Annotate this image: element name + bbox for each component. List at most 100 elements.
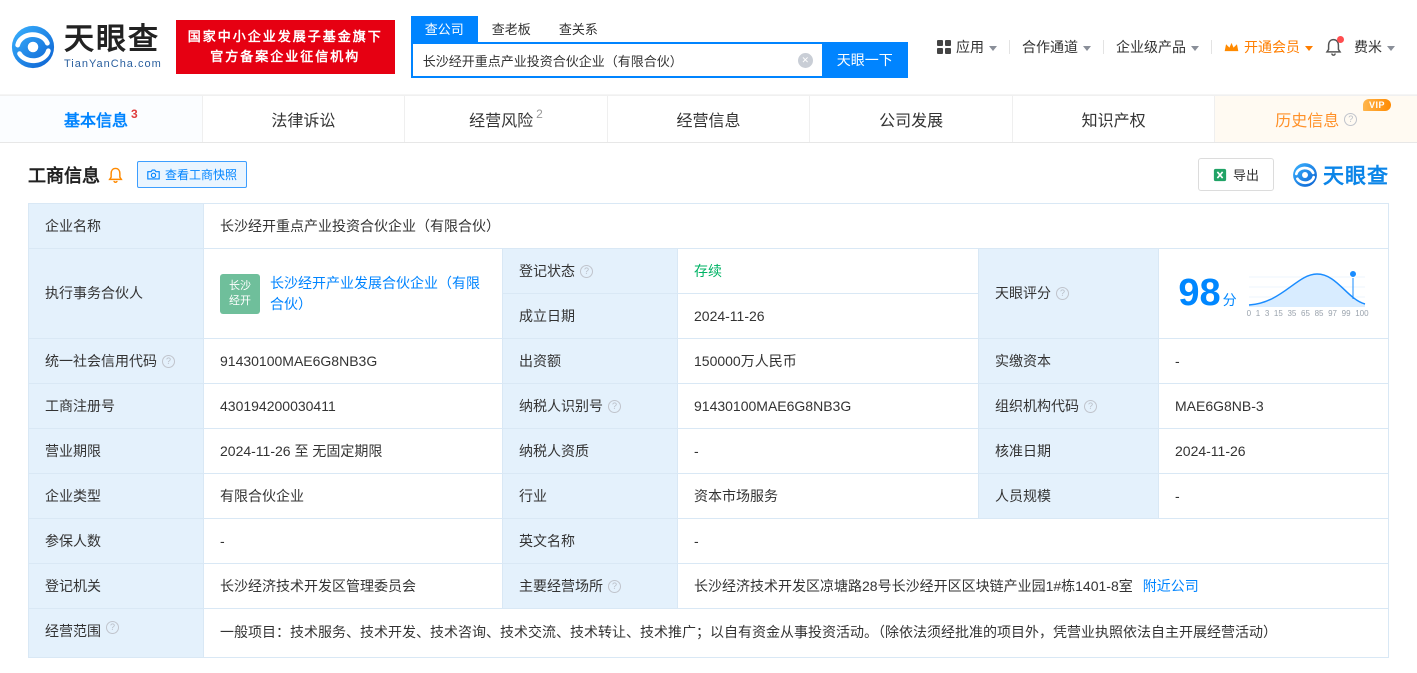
- help-icon[interactable]: [1344, 112, 1358, 126]
- tab-basic-info-label: 基本信息: [63, 113, 128, 130]
- menu-apps-label: 应用: [956, 39, 984, 55]
- section-title: 工商信息: [28, 165, 100, 186]
- tianyan-score-label: 天眼评分: [979, 249, 1159, 339]
- clear-search-icon[interactable]: [797, 52, 813, 68]
- search-tab-relation[interactable]: 查关系: [545, 16, 612, 42]
- search-tab-company[interactable]: 查公司: [410, 16, 478, 42]
- search-input[interactable]: [412, 52, 798, 68]
- registration-authority-label: 登记机关: [29, 564, 204, 609]
- user-name: 费米: [1354, 39, 1382, 55]
- taxpayer-quality-value: -: [678, 429, 979, 474]
- gov-certification-badge: 国家中小企业发展子基金旗下 官方备案企业征信机构: [175, 19, 395, 75]
- company-type-value: 有限合伙企业: [204, 474, 503, 519]
- establish-date-label: 成立日期: [503, 294, 678, 339]
- menu-vip-upgrade[interactable]: 开通会员: [1224, 37, 1313, 57]
- registration-status-value: 存续: [678, 249, 979, 294]
- user-account[interactable]: 费米: [1354, 37, 1395, 57]
- company-name-value: 长沙经开重点产业投资合伙企业（有限合伙）: [204, 204, 1389, 249]
- watermark-label: 天眼查: [1323, 164, 1389, 188]
- section-header: 工商信息 查看工商快照 导出 天眼查: [0, 143, 1417, 203]
- help-icon[interactable]: [106, 621, 119, 634]
- tab-intellectual-property[interactable]: 知识产权: [1013, 96, 1216, 142]
- subscribe-bell-icon[interactable]: [108, 167, 123, 183]
- search-bar: 天眼一下: [410, 42, 908, 78]
- chevron-down-icon: [1191, 45, 1199, 51]
- tab-legal-proceedings[interactable]: 法律诉讼: [203, 96, 406, 142]
- search-button[interactable]: 天眼一下: [821, 42, 908, 78]
- help-icon[interactable]: [580, 264, 593, 278]
- tab-business-risk[interactable]: 经营风险 2: [405, 96, 608, 142]
- help-icon[interactable]: [608, 579, 621, 593]
- taxpayer-id-value: 91430100MAE6G8NB3G: [678, 384, 979, 429]
- business-term-label: 营业期限: [29, 429, 204, 474]
- help-icon[interactable]: [162, 354, 175, 368]
- business-scope-value: 一般项目：技术服务、技术开发、技术咨询、技术交流、技术转让、技术推广；以自有资金…: [204, 609, 1389, 658]
- snapshot-button-label: 查看工商快照: [165, 168, 238, 182]
- export-button[interactable]: 导出: [1197, 158, 1274, 191]
- tab-business-info[interactable]: 经营信息: [608, 96, 811, 142]
- search-tabs: 查公司 查老板 查关系: [410, 16, 908, 42]
- approval-date-label: 核准日期: [979, 429, 1159, 474]
- gov-badge-line2: 官方备案企业征信机构: [210, 49, 361, 64]
- executive-partner-label: 执行事务合伙人: [29, 249, 204, 339]
- industry-value: 资本市场服务: [678, 474, 979, 519]
- registration-number-value: 430194200030411: [204, 384, 503, 429]
- tab-history-label: 历史信息: [1275, 113, 1340, 130]
- help-icon[interactable]: [1084, 399, 1097, 413]
- org-code-label: 组织机构代码: [979, 384, 1159, 429]
- menu-enterprise-label: 企业级产品: [1116, 39, 1186, 55]
- menu-apps[interactable]: 应用: [937, 37, 997, 57]
- score-curve-chart: 0 1 3 15 35 65 85 97 99 100: [1247, 267, 1369, 320]
- menu-divider: [1211, 40, 1212, 54]
- business-term-value: 2024-11-26 至 无固定期限: [204, 429, 503, 474]
- menu-cooperation[interactable]: 合作通道: [1022, 37, 1091, 57]
- business-address-value: 长沙经济技术开发区凉塘路28号长沙经开区区块链产业园1#栋1401-8室 附近公…: [678, 564, 1389, 609]
- chevron-down-icon: [989, 45, 997, 51]
- score-axis-ticks: 0 1 3 15 35 65 85 97 99 100: [1246, 309, 1369, 318]
- insured-count-label: 参保人数: [29, 519, 204, 564]
- org-code-value: MAE6G8NB-3: [1159, 384, 1389, 429]
- chevron-down-icon: [1305, 45, 1313, 51]
- help-icon[interactable]: [608, 399, 621, 413]
- tianyan-score-value[interactable]: 98 分 0 1 3 15 35 65 85 97 99 100: [1159, 249, 1389, 339]
- executive-partner-value: 长沙 经开 长沙经开产业发展合伙企业（有限合伙）: [204, 249, 503, 339]
- table-row: 企业名称 长沙经开重点产业投资合伙企业（有限合伙）: [29, 204, 1389, 249]
- industry-label: 行业: [503, 474, 678, 519]
- partner-company-link[interactable]: 长沙经开产业发展合伙企业（有限合伙）: [270, 273, 486, 315]
- paid-capital-label: 实缴资本: [979, 339, 1159, 384]
- registration-number-label: 工商注册号: [29, 384, 204, 429]
- tianyancha-logo[interactable]: 天眼查 TianYanCha.com: [10, 23, 162, 70]
- vip-badge: VIP: [1363, 99, 1392, 111]
- partner-avatar: 长沙 经开: [220, 273, 260, 314]
- tab-history-info[interactable]: 历史信息 VIP: [1215, 96, 1417, 142]
- table-row: 营业期限 2024-11-26 至 无固定期限 纳税人资质 - 核准日期 202…: [29, 429, 1389, 474]
- tab-risk-label: 经营风险: [469, 113, 534, 130]
- notifications-bell[interactable]: [1325, 36, 1344, 56]
- tab-company-development[interactable]: 公司发展: [810, 96, 1013, 142]
- table-row: 参保人数 - 英文名称 -: [29, 519, 1389, 564]
- tianyancha-logo-icon: [1293, 162, 1317, 187]
- crown-icon: [1224, 42, 1239, 52]
- tab-basic-info[interactable]: 基本信息 3: [0, 96, 203, 142]
- tab-risk-count: 2: [536, 107, 543, 121]
- business-snapshot-button[interactable]: 查看工商快照: [137, 161, 248, 188]
- brand-name: 天眼查: [64, 23, 160, 57]
- help-icon[interactable]: [1056, 287, 1069, 300]
- tab-development-label: 公司发展: [879, 113, 944, 130]
- paid-capital-value: -: [1159, 339, 1389, 384]
- search-tab-boss[interactable]: 查老板: [478, 16, 545, 42]
- chevron-down-icon: [1083, 45, 1091, 51]
- tab-legal-label: 法律诉讼: [271, 113, 336, 130]
- menu-enterprise-products[interactable]: 企业级产品: [1116, 37, 1199, 57]
- registration-authority-value: 长沙经济技术开发区管理委员会: [204, 564, 503, 609]
- nearby-companies-link[interactable]: 附近公司: [1143, 576, 1199, 597]
- business-info-table: 企业名称 长沙经开重点产业投资合伙企业（有限合伙） 执行事务合伙人 长沙 经开 …: [28, 203, 1389, 658]
- capital-value: 150000万人民币: [678, 339, 979, 384]
- camera-icon: [147, 169, 160, 180]
- gov-badge-line1: 国家中小企业发展子基金旗下: [187, 28, 383, 44]
- excel-icon: [1213, 168, 1227, 181]
- english-name-value: -: [678, 519, 1389, 564]
- staff-size-label: 人员规模: [979, 474, 1159, 519]
- score-unit: 分: [1222, 292, 1237, 308]
- company-name-label: 企业名称: [29, 204, 204, 249]
